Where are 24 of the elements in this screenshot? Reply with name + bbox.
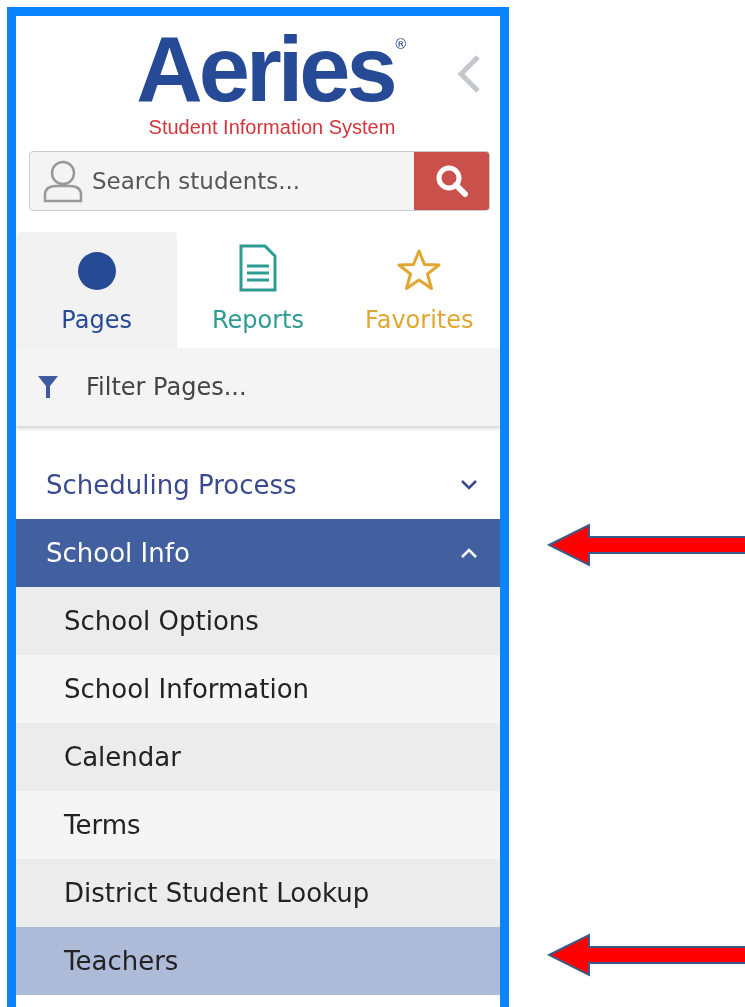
nav-tab[interactable]: Pages (16, 232, 178, 348)
filter-icon (38, 375, 58, 399)
menu-item[interactable]: District Student Lookup (16, 859, 500, 927)
logo-subtitle: Student Information System (148, 116, 396, 138)
menu-item[interactable]: School Options (16, 587, 500, 655)
filter-field[interactable]: Filter Pages... (84, 368, 500, 406)
star-icon (396, 248, 443, 292)
filter-bar[interactable]: Filter Pages... (16, 348, 500, 426)
chevron-up-icon (460, 547, 478, 559)
menu-item[interactable]: School Information (16, 655, 500, 723)
menu-item[interactable]: Calendar (16, 723, 500, 791)
circle-icon (75, 250, 118, 292)
registered-mark: ® (393, 36, 408, 52)
person-icon (42, 159, 84, 203)
document-icon (237, 244, 279, 292)
menu-item[interactable]: Terms (16, 791, 500, 859)
logo-title: Aeries (136, 24, 394, 114)
chevron-down-icon (460, 479, 478, 491)
menu-section[interactable]: School Info (16, 519, 500, 587)
search-icon (434, 164, 469, 198)
search-bar[interactable]: Search students... (29, 151, 490, 211)
search-button[interactable] (414, 152, 489, 210)
search-field[interactable]: Search students... (84, 152, 414, 210)
menu-item[interactable]: Teachers (16, 927, 500, 995)
